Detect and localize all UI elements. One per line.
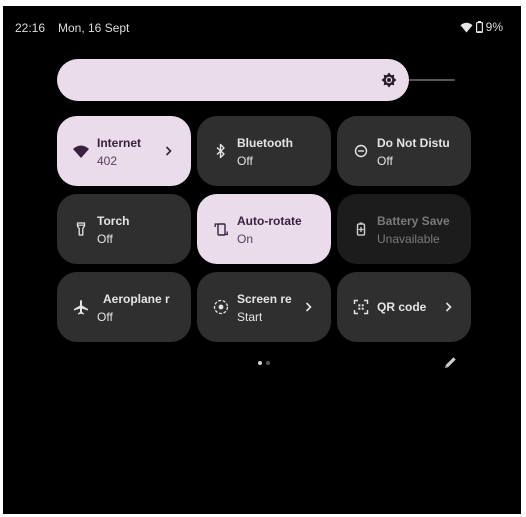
brightness-slider[interactable]	[57, 59, 409, 101]
chevron-right-icon	[163, 142, 175, 160]
tile-torch[interactable]: Torch Off	[57, 194, 191, 264]
tile-state: Off	[97, 232, 113, 246]
screen-record-icon	[212, 298, 230, 316]
tile-label: Battery Save	[377, 214, 450, 228]
battery-percent: 9%	[485, 20, 503, 34]
tile-battery-saver[interactable]: Battery Save Unavailable	[337, 194, 471, 264]
qr-code-icon	[352, 298, 370, 316]
tile-state: Off	[377, 154, 393, 168]
chevron-right-icon	[443, 298, 455, 316]
status-date: Mon, 16 Sept	[58, 21, 130, 35]
battery-icon	[475, 21, 483, 33]
tile-internet[interactable]: Internet 402	[57, 116, 191, 186]
tile-auto-rotate[interactable]: Auto-rotate On	[197, 194, 331, 264]
quick-settings-panel: 22:16 Mon, 16 Sept 9% Internet 402 Bluet…	[3, 6, 521, 514]
brightness-icon	[380, 71, 398, 89]
page-dot-2	[266, 361, 270, 365]
bluetooth-icon	[212, 142, 230, 160]
tile-state: 402	[97, 154, 118, 168]
status-indicators: 9%	[460, 20, 503, 34]
tile-state: Unavailable	[377, 232, 440, 246]
brightness-slider-remaining-track[interactable]	[409, 79, 455, 81]
tile-state: Off	[97, 310, 113, 324]
torch-icon	[72, 220, 90, 238]
page-dot-1	[258, 361, 262, 365]
tile-label: Auto-rotate	[237, 214, 302, 228]
tile-state: Start	[237, 310, 263, 324]
tile-qr-code[interactable]: QR code	[337, 272, 471, 342]
auto-rotate-icon	[212, 220, 230, 238]
tile-screen-record[interactable]: Screen re Start	[197, 272, 331, 342]
tile-label: Torch	[97, 214, 130, 228]
status-bar: 22:16 Mon, 16 Sept 9%	[3, 6, 521, 46]
tile-label: Bluetooth	[237, 136, 293, 150]
tile-label: Screen re	[237, 292, 292, 306]
tile-bluetooth[interactable]: Bluetooth Off	[197, 116, 331, 186]
tile-aeroplane-mode[interactable]: Aeroplane r Off	[57, 272, 191, 342]
tile-label: Internet	[97, 136, 142, 150]
tile-state: On	[237, 232, 254, 246]
wifi-signal-icon	[460, 22, 473, 33]
edit-pencil-icon[interactable]	[441, 354, 459, 372]
tile-label: Do Not Distu	[377, 136, 450, 150]
tile-label: Aeroplane r	[103, 292, 170, 306]
wifi-icon	[72, 142, 90, 160]
do-not-disturb-icon	[352, 142, 370, 160]
aeroplane-icon	[72, 298, 90, 316]
status-time: 22:16	[15, 21, 46, 35]
page-indicator	[258, 361, 270, 365]
chevron-right-icon	[303, 298, 315, 316]
tile-label: QR code	[377, 300, 427, 314]
battery-saver-icon	[352, 220, 370, 238]
tile-state: Off	[237, 154, 253, 168]
tile-do-not-disturb[interactable]: Do Not Distu Off	[337, 116, 471, 186]
